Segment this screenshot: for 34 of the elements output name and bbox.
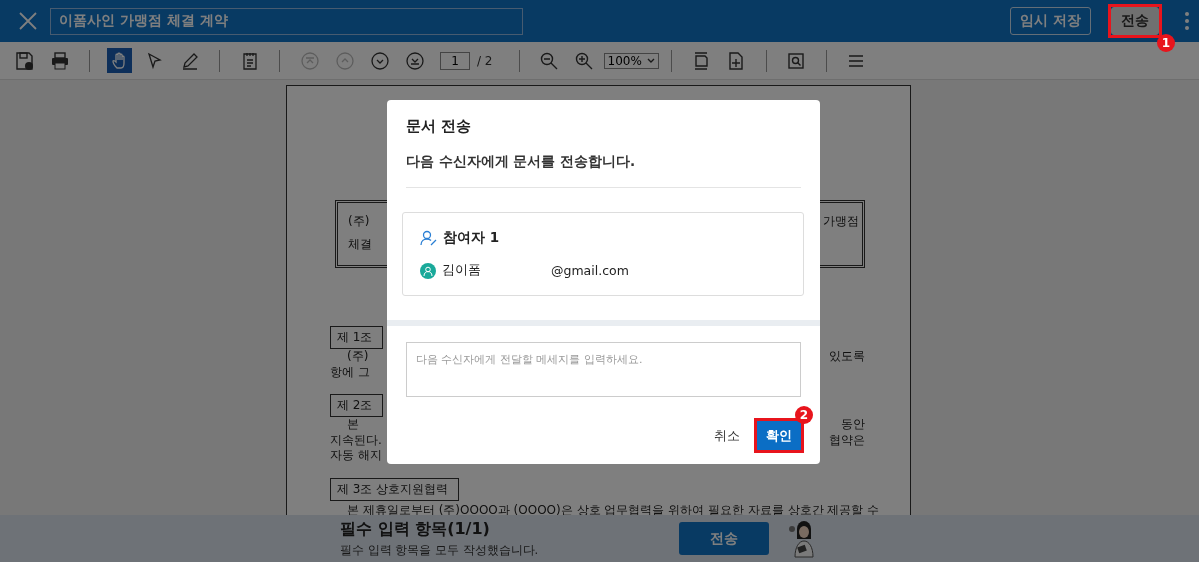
document-text: 항에 그 bbox=[330, 363, 370, 381]
send-button[interactable]: 전송 bbox=[1111, 7, 1159, 35]
required-fields-status: 필수 입력 항목을 모두 작성했습니다. bbox=[340, 543, 540, 558]
zoom-select[interactable]: 100% bbox=[603, 52, 659, 69]
document-text: 지속된다. bbox=[330, 431, 382, 449]
dialog-title: 문서 전송 bbox=[406, 117, 473, 136]
document-text: 본 제휴일로부터 (주)OOOO과 (OOOO)은 상호 업무협력을 위하여 필요한 자료를 상호간 제공할 수 bbox=[347, 501, 880, 515]
participant-name: 김이폼 bbox=[442, 262, 482, 279]
document-text: (주) bbox=[347, 348, 369, 366]
participant-label: 참여자 1 bbox=[443, 229, 500, 247]
page-total: / 2 bbox=[477, 53, 493, 68]
title-field[interactable]: 이폼사인 가맹점 체결 계약 bbox=[50, 7, 523, 35]
page-field[interactable]: 1 bbox=[440, 51, 470, 70]
dialog-message: 다음 수신자에게 문서를 전송합니다. bbox=[406, 153, 637, 171]
article-heading: 제 2조 bbox=[330, 394, 384, 417]
article-heading: 제 1조 bbox=[330, 326, 384, 349]
document-text: 체결 bbox=[348, 236, 372, 253]
document-text: 있도록 bbox=[829, 348, 865, 366]
article-heading: 제 3조 상호지원협력 bbox=[330, 477, 460, 501]
document-text: 자동 해지 bbox=[330, 447, 382, 465]
document-text: 본 bbox=[347, 416, 359, 434]
send-button[interactable]: 전송 bbox=[679, 522, 769, 555]
cancel-button[interactable]: 취소 bbox=[714, 426, 740, 445]
message-field[interactable]: 다음 수신자에게 전달할 메세지를 입력하세요. bbox=[406, 342, 801, 397]
document-text: 가맹점 bbox=[823, 213, 859, 230]
required-fields-title: 필수 입력 항목(1/1) bbox=[340, 519, 491, 540]
step-badge: 2 bbox=[795, 406, 813, 424]
step-badge: 1 bbox=[1157, 34, 1175, 52]
participant-email: @gmail.com bbox=[551, 263, 629, 278]
document-text: (주) bbox=[348, 213, 371, 230]
confirm-button[interactable]: 확인 bbox=[757, 421, 801, 450]
document-text: 협약은 bbox=[829, 431, 865, 449]
save-draft-button[interactable]: 임시 저장 bbox=[1010, 7, 1091, 35]
document-text: 동안 bbox=[841, 416, 865, 434]
